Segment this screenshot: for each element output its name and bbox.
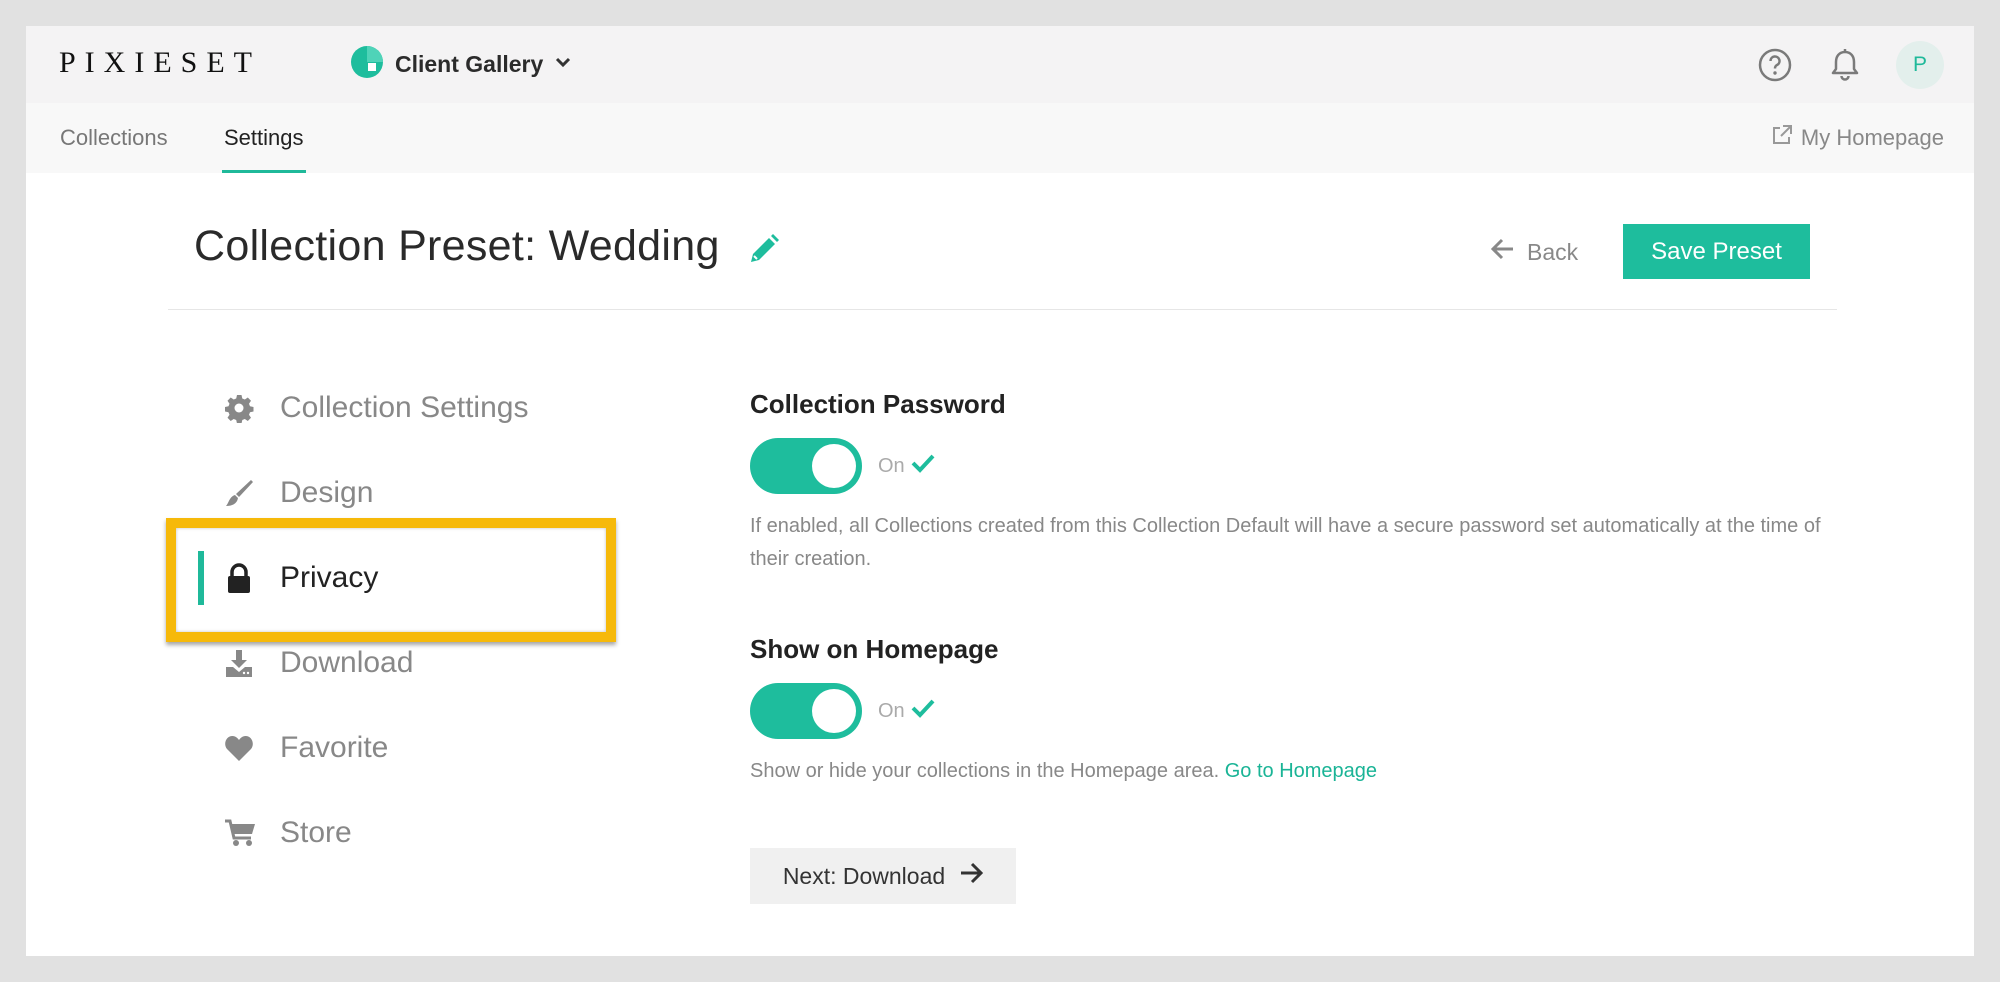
next-download-button[interactable]: Next: Download [750, 848, 1016, 904]
go-to-homepage-link[interactable]: Go to Homepage [1225, 760, 1377, 782]
app-switcher[interactable]: Client Gallery [351, 41, 571, 87]
arrow-right-icon [959, 862, 984, 890]
lock-icon [198, 562, 258, 594]
menu-item-label: Favorite [280, 730, 389, 764]
menu-item-privacy[interactable]: Privacy [198, 535, 598, 620]
back-button[interactable]: Back [1490, 232, 1579, 272]
page-title: Collection Preset: Wedding [194, 222, 720, 270]
collection-password-toggle[interactable] [750, 438, 862, 494]
tab-collections[interactable]: Collections [60, 103, 168, 173]
my-homepage-label: My Homepage [1800, 125, 1944, 150]
pixieset-logo[interactable]: PIXIESET [59, 46, 261, 80]
bell-icon[interactable] [1826, 46, 1864, 84]
app-title: Client Gallery [395, 50, 544, 77]
menu-item-collection-settings[interactable]: Collection Settings [198, 365, 598, 450]
tab-settings[interactable]: Settings [222, 103, 306, 173]
save-preset-button[interactable]: Save Preset [1623, 224, 1810, 279]
setting-title: Show on Homepage [750, 634, 999, 664]
gear-icon [198, 393, 258, 423]
menu-item-download[interactable]: Download [198, 620, 598, 705]
back-label: Back [1527, 238, 1579, 265]
toggle-state-label: On [878, 699, 905, 722]
pencil-icon[interactable] [747, 232, 781, 271]
homepage-description-text: Show or hide your collections in the Hom… [750, 760, 1220, 782]
show-on-homepage-setting: Show on Homepage On Show or hide your co… [750, 634, 1860, 788]
menu-item-label: Privacy [280, 560, 379, 594]
client-gallery-icon [351, 45, 383, 83]
settings-menu: Collection Settings Design Privacy Downl… [198, 365, 598, 875]
menu-item-label: Collection Settings [280, 390, 529, 424]
arrow-left-icon [1490, 238, 1515, 266]
brush-icon [198, 478, 258, 508]
app-window: PIXIESET Client Gallery P Collections Se… [26, 26, 1974, 956]
external-link-icon [1771, 124, 1793, 152]
help-icon[interactable] [1756, 46, 1794, 84]
chevron-down-icon [555, 55, 571, 73]
my-homepage-link[interactable]: My Homepage [1771, 103, 1944, 173]
top-bar: PIXIESET Client Gallery P [26, 26, 1974, 103]
menu-item-label: Download [280, 645, 414, 679]
check-icon [911, 453, 935, 479]
download-icon [198, 648, 258, 678]
menu-item-store[interactable]: Store [198, 790, 598, 875]
heart-icon [198, 734, 258, 762]
cart-icon [198, 818, 258, 848]
show-on-homepage-toggle[interactable] [750, 683, 862, 739]
toggle-state-label: On [878, 454, 905, 477]
next-button-label: Next: Download [782, 862, 946, 889]
avatar[interactable]: P [1896, 41, 1944, 89]
menu-item-favorite[interactable]: Favorite [198, 705, 598, 790]
check-icon [911, 698, 935, 724]
privacy-settings: Collection Password On If enabled, all C… [750, 389, 1860, 788]
page-header: Collection Preset: Wedding Back Save Pre… [168, 194, 1837, 310]
setting-title: Collection Password [750, 389, 1006, 419]
setting-description: Show or hide your collections in the Hom… [750, 755, 1860, 788]
setting-description: If enabled, all Collections created from… [750, 515, 1821, 570]
collection-password-setting: Collection Password On If enabled, all C… [750, 389, 1860, 576]
sub-navigation: Collections Settings My Homepage [26, 103, 1974, 173]
menu-item-label: Design [280, 475, 374, 509]
menu-item-design[interactable]: Design [198, 450, 598, 535]
menu-item-label: Store [280, 815, 352, 849]
